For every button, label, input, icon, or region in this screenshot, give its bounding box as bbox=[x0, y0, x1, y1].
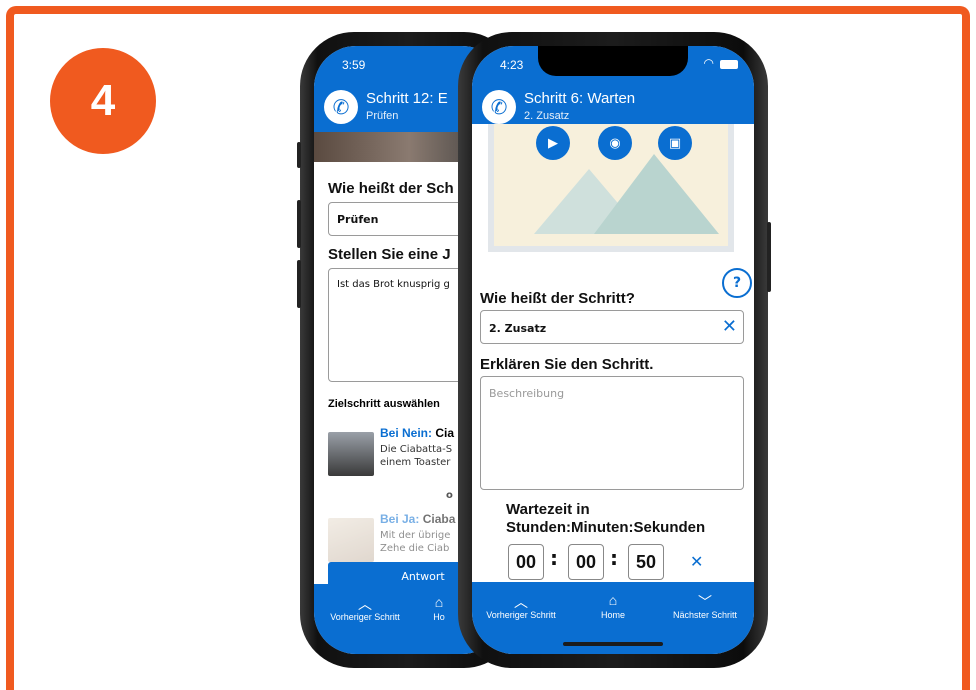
nav-next-label: Nächster Schritt bbox=[672, 610, 738, 620]
status-time: 3:59 bbox=[342, 58, 366, 72]
chevron-up-icon: ︿ bbox=[358, 596, 372, 612]
minutes-field[interactable]: 00 bbox=[568, 544, 604, 580]
option-yes-title: Ciaba bbox=[422, 512, 456, 526]
battery-icon bbox=[720, 60, 738, 69]
step-number-badge: 4 bbox=[50, 48, 156, 154]
front-phone: 4:23 ◠ ✆ Schritt 6: Warten 2. Zusatz ▶ ◉… bbox=[458, 32, 771, 668]
front-screen: 4:23 ◠ ✆ Schritt 6: Warten 2. Zusatz ▶ ◉… bbox=[472, 46, 754, 654]
nav-previous-label: Vorheriger Schritt bbox=[330, 612, 400, 622]
option-yes-prefix: Bei Ja: bbox=[380, 512, 420, 526]
step-subtitle: Prüfen bbox=[366, 110, 399, 122]
name-label: Wie heißt der Sch bbox=[328, 180, 454, 197]
clear-icon[interactable]: ✕ bbox=[722, 316, 737, 337]
option-no-line2: einem Toaster bbox=[380, 457, 451, 468]
answer-button-label: Antwort bbox=[401, 569, 445, 583]
bottom-nav: ︿ Vorheriger Schritt ⌂ Home ﹀ Nächster S… bbox=[472, 582, 754, 654]
camera-icon[interactable]: ◉ bbox=[598, 126, 632, 160]
option-no-title: Cia bbox=[435, 426, 455, 440]
description-placeholder: Beschreibung bbox=[489, 387, 565, 400]
option-no-line1: Die Ciabatta-S bbox=[380, 444, 453, 455]
option-yes-line2: Zehe die Ciab bbox=[380, 543, 450, 554]
option-no-image bbox=[328, 432, 374, 476]
target-label: Zielschritt auswählen bbox=[328, 398, 440, 410]
video-icon[interactable]: ▶ bbox=[536, 126, 570, 160]
notch bbox=[538, 46, 688, 76]
wait-label-line2: Stunden:Minuten:Sekunden bbox=[506, 519, 706, 536]
question-value: Ist das Brot knusprig g bbox=[337, 279, 450, 290]
nav-home-label: Home bbox=[600, 610, 625, 620]
hours-field[interactable]: 00 bbox=[508, 544, 544, 580]
explain-label: Erklären Sie den Schritt. bbox=[480, 356, 654, 373]
step-title: Schritt 12: E bbox=[366, 90, 448, 107]
status-time: 4:23 bbox=[500, 58, 524, 72]
home-icon: ⌂ bbox=[608, 592, 618, 608]
app-bar: ✆ Schritt 6: Warten 2. Zusatz bbox=[472, 86, 754, 124]
nav-previous-step[interactable]: ︿ Vorheriger Schritt bbox=[320, 594, 410, 622]
colon: : bbox=[550, 546, 558, 570]
home-indicator bbox=[563, 642, 663, 646]
gallery-icon[interactable]: ▣ bbox=[658, 126, 692, 160]
name-value: Prüfen bbox=[337, 213, 379, 226]
nav-home-label: Ho bbox=[433, 612, 445, 622]
option-yes-line1: Mit der übrige bbox=[380, 530, 451, 541]
chevron-up-icon: ︿ bbox=[514, 594, 528, 610]
name-field[interactable]: 2. Zusatz ✕ bbox=[480, 310, 744, 344]
chevron-down-icon: ﹀ bbox=[698, 594, 712, 610]
nav-home[interactable]: ⌂ Ho bbox=[414, 594, 464, 622]
nav-previous-step[interactable]: ︿ Vorheriger Schritt bbox=[476, 592, 566, 620]
clear-time-icon[interactable]: ✕ bbox=[690, 552, 703, 571]
frame: 4 3:59 ✆ Schritt 12: E Prüfen Wie heißt … bbox=[0, 0, 976, 690]
nav-previous-label: Vorheriger Schritt bbox=[486, 610, 556, 620]
seconds-field[interactable]: 50 bbox=[628, 544, 664, 580]
phone-call-icon[interactable]: ✆ bbox=[482, 90, 516, 124]
question-label: Stellen Sie eine J bbox=[328, 246, 451, 263]
phone-call-icon[interactable]: ✆ bbox=[324, 90, 358, 124]
description-field[interactable]: Beschreibung bbox=[480, 376, 744, 490]
help-icon[interactable]: ? bbox=[722, 268, 752, 298]
step-title: Schritt 6: Warten bbox=[524, 90, 636, 107]
name-label: Wie heißt der Schritt? bbox=[480, 290, 635, 307]
name-value: 2. Zusatz bbox=[489, 322, 547, 335]
step-subtitle: 2. Zusatz bbox=[524, 110, 570, 122]
option-yes-image bbox=[328, 518, 374, 562]
home-icon: ⌂ bbox=[434, 594, 444, 610]
nav-home[interactable]: ⌂ Home bbox=[568, 592, 658, 620]
option-no-prefix: Bei Nein: bbox=[380, 426, 433, 440]
or-label: o bbox=[446, 490, 453, 501]
wifi-icon: ◠ bbox=[703, 56, 714, 70]
wait-label-line1: Wartezeit in bbox=[506, 501, 590, 518]
nav-next-step[interactable]: ﹀ Nächster Schritt bbox=[660, 592, 750, 620]
colon: : bbox=[610, 546, 618, 570]
